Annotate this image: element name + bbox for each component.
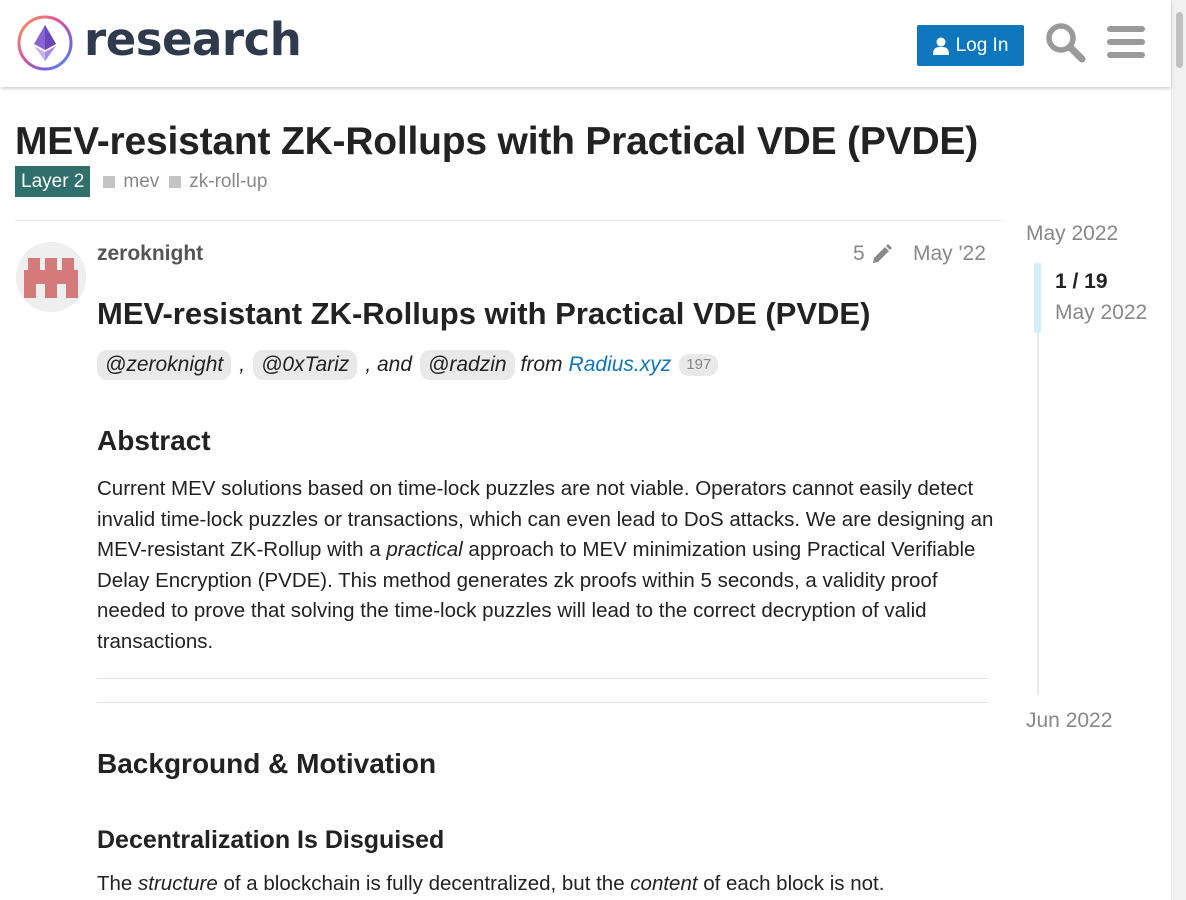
avatar[interactable] [16,242,86,312]
page-scrollbar[interactable] [1171,0,1186,900]
body-text: of each block is not. [697,872,885,895]
body-emphasis: structure [138,872,218,895]
abstract-heading: Abstract [97,425,211,456]
login-button[interactable]: Log In [917,25,1024,66]
post-divider [15,220,1004,221]
site-logo[interactable]: research [16,13,302,72]
author-separator: , [239,353,246,376]
post-date[interactable]: May '22 [913,242,986,266]
pencil-icon [872,244,892,263]
horizontal-rule [97,702,988,703]
timeline-end-date[interactable]: Jun 2022 [1026,709,1112,733]
site-header: research Log In [0,0,1171,87]
background-heading: Background & Motivation [97,748,437,779]
post-username[interactable]: zeroknight [97,242,203,266]
mention-0xtariz[interactable]: @0xTariz [253,350,358,380]
tag-zk-roll-up[interactable]: zk-roll-up [169,171,267,193]
search-icon [1046,23,1086,63]
body-emphasis: content [630,872,698,895]
category-badge[interactable]: Layer 2 [15,166,91,197]
timeline-start-date[interactable]: May 2022 [1026,222,1118,246]
from-text: from [520,353,563,376]
search-button[interactable] [1043,20,1087,64]
ethereum-logo [17,15,73,71]
user-avatar-icon [16,242,86,312]
hamburger-menu-button[interactable] [1104,20,1148,64]
body-text: The [97,872,139,895]
mention-radzin[interactable]: @radzin [420,350,515,380]
mention-zeroknight[interactable]: @zeroknight [97,350,232,380]
tag-label: zk-roll-up [189,170,268,192]
site-name: research [84,13,302,66]
link-click-count: 197 [679,354,719,376]
timeline-handle[interactable] [1034,263,1041,333]
post-heading: MEV-resistant ZK-Rollups with Practical … [97,296,871,331]
user-icon [932,37,949,55]
timeline-current-date: May 2022 [1055,301,1148,324]
horizontal-rule [97,678,988,679]
hamburger-menu-icon [1107,26,1145,58]
topic-tags-row: Layer 2 mev zk-roll-up [15,166,267,197]
radius-link[interactable]: Radius.xyz [569,353,672,377]
scrollbar-thumb[interactable] [1176,12,1183,68]
edit-count: 5 [853,242,865,265]
edit-history-button[interactable]: 5 [853,242,893,266]
tag-square-icon [169,175,182,188]
tag-mev[interactable]: mev [103,171,159,193]
topic-title[interactable]: MEV-resistant ZK-Rollups with Practical … [15,120,978,164]
body-paragraph: The structure of a blockchain is fully d… [97,872,884,896]
tag-square-icon [103,175,116,188]
authors-line: @zeroknight , @0xTariz , and @radzin fro… [97,350,719,380]
tag-label: mev [123,170,160,192]
login-label: Log In [955,34,1009,56]
timeline-position: 1 / 19 [1055,270,1108,293]
abstract-emphasis: practical [386,538,463,561]
abstract-paragraph: Current MEV solutions based on time-lock… [97,474,997,657]
body-text: of a blockchain is fully decentralized, … [217,872,631,895]
author-separator: , and [365,353,413,376]
decentralization-subheading: Decentralization Is Disguised [97,826,445,854]
